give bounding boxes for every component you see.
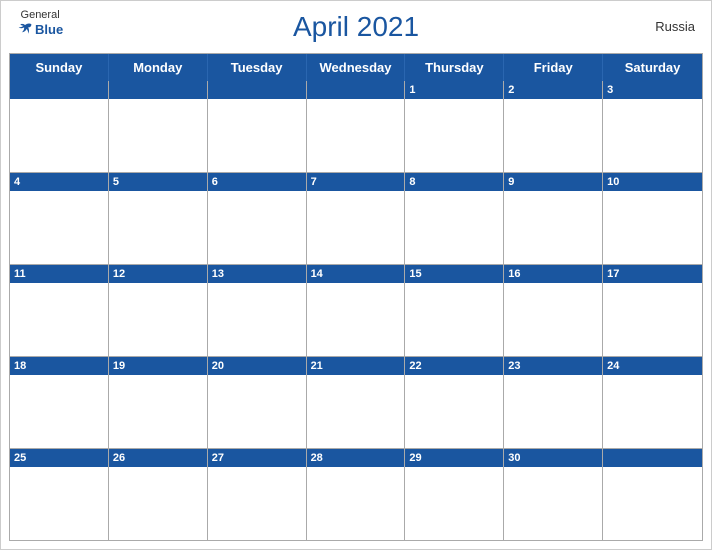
calendar-title: April 2021: [293, 11, 419, 43]
header-friday: Friday: [504, 54, 603, 81]
day-cell-18[interactable]: 18: [10, 357, 109, 448]
day-cell-w5-6[interactable]: [603, 449, 702, 540]
day-cell-5[interactable]: 5: [109, 173, 208, 264]
day-cell-w1-2[interactable]: [208, 81, 307, 172]
day-cell-14[interactable]: 14: [307, 265, 406, 356]
day-cell-15[interactable]: 15: [405, 265, 504, 356]
day-cell-8[interactable]: 8: [405, 173, 504, 264]
day-cell-26[interactable]: 26: [109, 449, 208, 540]
day-cell-23[interactable]: 23: [504, 357, 603, 448]
day-cell-25[interactable]: 25: [10, 449, 109, 540]
day-cell-13[interactable]: 13: [208, 265, 307, 356]
logo: General Blue: [17, 9, 63, 37]
day-cell-28[interactable]: 28: [307, 449, 406, 540]
day-cell-7[interactable]: 7: [307, 173, 406, 264]
logo-bird-icon: [17, 21, 33, 37]
header-thursday: Thursday: [405, 54, 504, 81]
day-cell-10[interactable]: 10: [603, 173, 702, 264]
day-cell-w1-3[interactable]: [307, 81, 406, 172]
day-cell-21[interactable]: 21: [307, 357, 406, 448]
header-monday: Monday: [109, 54, 208, 81]
week-5: 25 26 27 28 29 30: [10, 449, 702, 540]
day-cell-20[interactable]: 20: [208, 357, 307, 448]
day-cell-w1-1[interactable]: [109, 81, 208, 172]
header-sunday: Sunday: [10, 54, 109, 81]
day-cell-17[interactable]: 17: [603, 265, 702, 356]
day-cell-w1-0[interactable]: [10, 81, 109, 172]
day-cell-2[interactable]: 2: [504, 81, 603, 172]
day-cell-24[interactable]: 24: [603, 357, 702, 448]
weeks-container: 1 2 3 4 5 6 7 8 9 10 11 12 13 14 15 16: [10, 81, 702, 540]
header-saturday: Saturday: [603, 54, 702, 81]
day-cell-4[interactable]: 4: [10, 173, 109, 264]
day-cell-27[interactable]: 27: [208, 449, 307, 540]
country-label: Russia: [655, 19, 695, 34]
header-tuesday: Tuesday: [208, 54, 307, 81]
week-3: 11 12 13 14 15 16 17: [10, 265, 702, 357]
page: General Blue April 2021 Russia Sunday Mo…: [0, 0, 712, 550]
logo-blue-text: Blue: [17, 21, 63, 37]
header-wednesday: Wednesday: [307, 54, 406, 81]
calendar-grid: Sunday Monday Tuesday Wednesday Thursday…: [9, 53, 703, 541]
day-headers-row: Sunday Monday Tuesday Wednesday Thursday…: [10, 54, 702, 81]
day-cell-19[interactable]: 19: [109, 357, 208, 448]
day-cell-9[interactable]: 9: [504, 173, 603, 264]
day-cell-6[interactable]: 6: [208, 173, 307, 264]
calendar-header: General Blue April 2021 Russia: [1, 1, 711, 53]
day-cell-11[interactable]: 11: [10, 265, 109, 356]
day-cell-12[interactable]: 12: [109, 265, 208, 356]
day-cell-29[interactable]: 29: [405, 449, 504, 540]
day-cell-30[interactable]: 30: [504, 449, 603, 540]
day-cell-1[interactable]: 1: [405, 81, 504, 172]
day-cell-3[interactable]: 3: [603, 81, 702, 172]
day-cell-16[interactable]: 16: [504, 265, 603, 356]
week-2: 4 5 6 7 8 9 10: [10, 173, 702, 265]
logo-general-text: General: [21, 9, 60, 21]
day-cell-22[interactable]: 22: [405, 357, 504, 448]
week-1: 1 2 3: [10, 81, 702, 173]
week-4: 18 19 20 21 22 23 24: [10, 357, 702, 449]
